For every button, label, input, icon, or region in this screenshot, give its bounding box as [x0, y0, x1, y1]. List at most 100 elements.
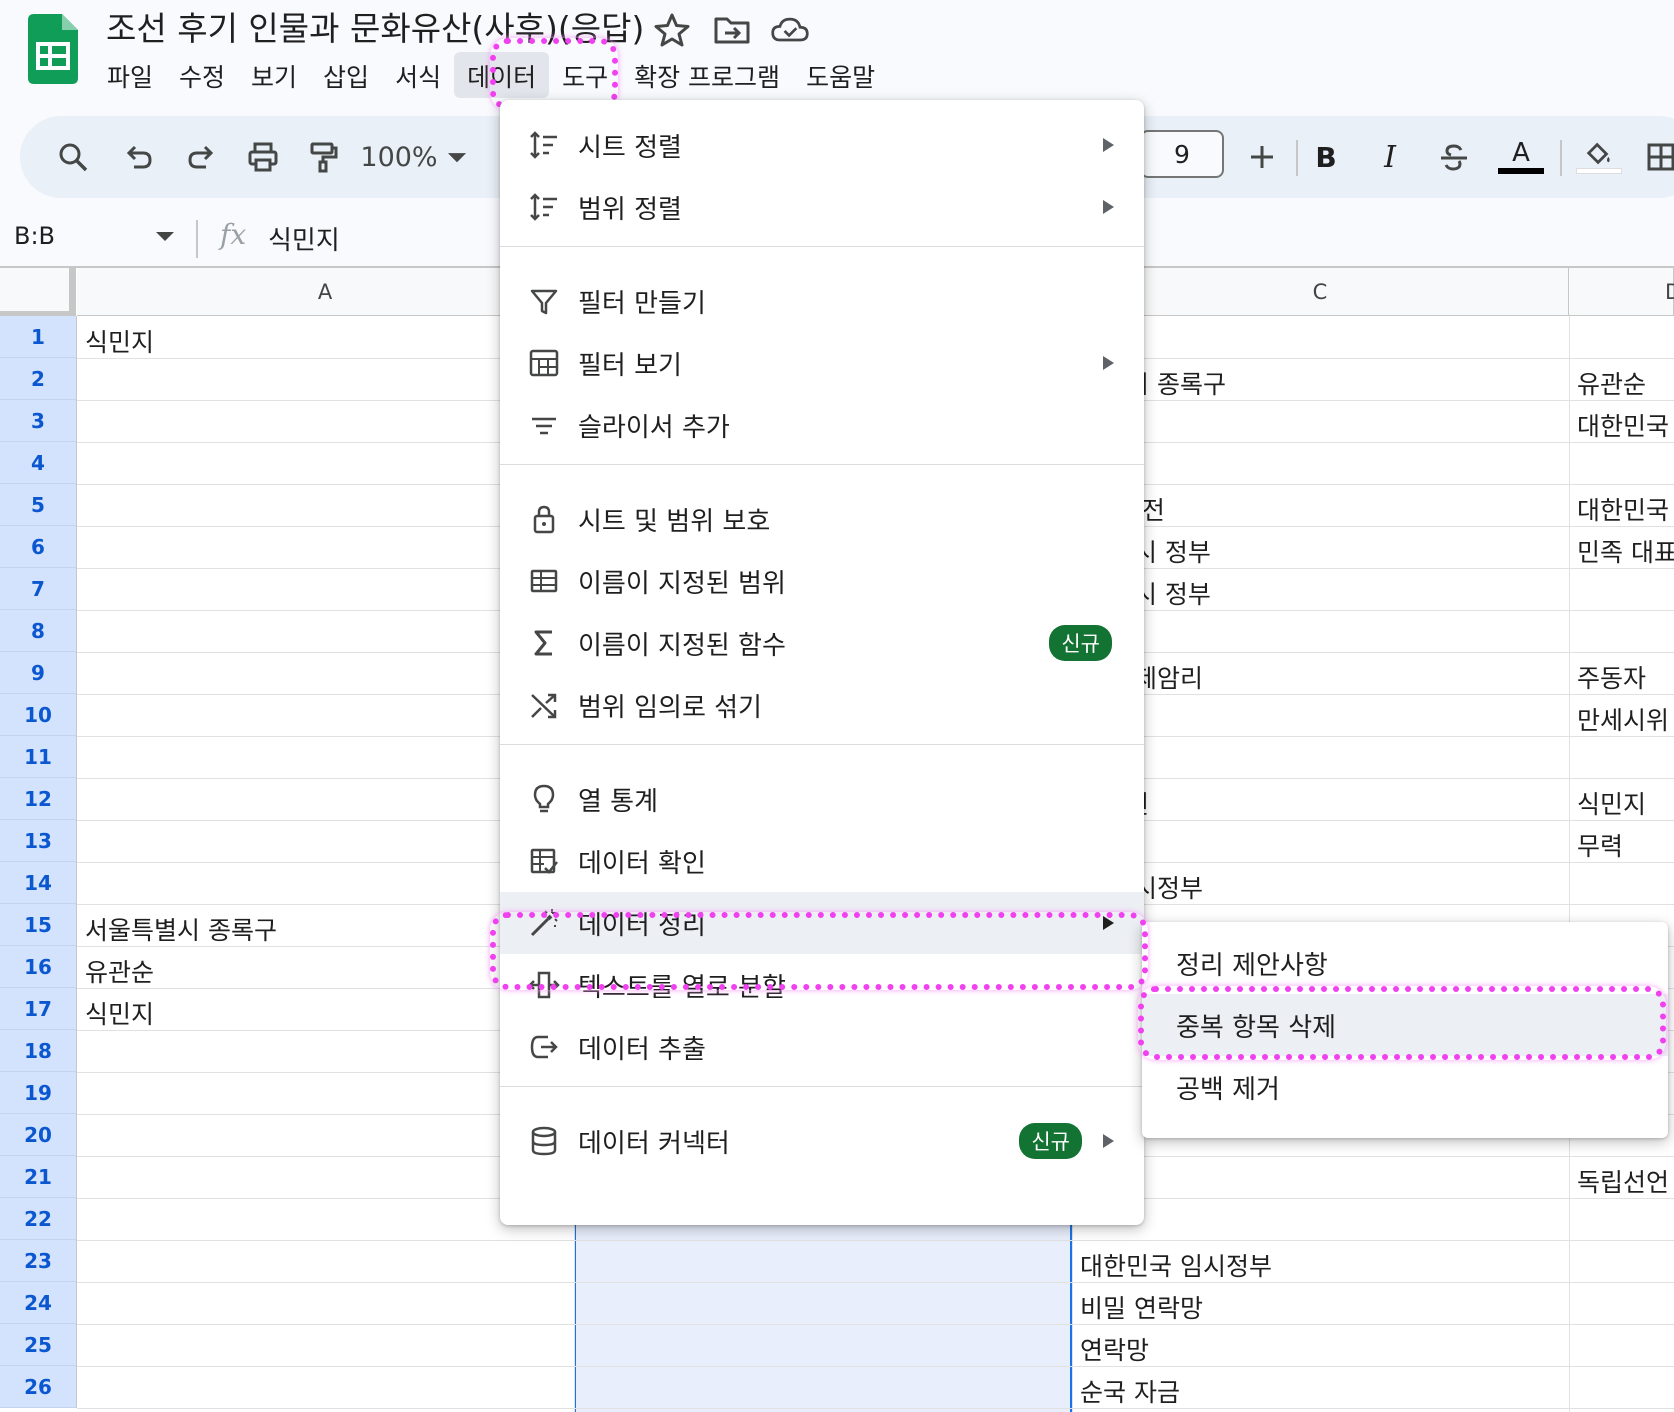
row-header[interactable]: 22 — [0, 1198, 77, 1240]
text-color-button[interactable]: A — [1498, 136, 1544, 178]
row-header[interactable]: 23 — [0, 1240, 77, 1282]
menu-item-named-ranges[interactable]: 이름이 지정된 범위 — [500, 550, 1144, 612]
strikethrough-icon[interactable] — [1434, 136, 1474, 178]
row-header[interactable]: 1 — [0, 316, 77, 358]
menu-view[interactable]: 보기 — [238, 52, 310, 98]
menu-item-sort-sheet[interactable]: 시트 정렬 — [500, 114, 1144, 176]
menu-tools[interactable]: 도구 — [549, 52, 621, 98]
row-header[interactable]: 13 — [0, 820, 77, 862]
menu-help[interactable]: 도움말 — [793, 52, 888, 98]
borders-icon[interactable] — [1640, 136, 1674, 178]
row-header[interactable]: 14 — [0, 862, 77, 904]
cell-c26[interactable]: 순국 자금 — [1080, 1373, 1180, 1409]
row-header[interactable]: 11 — [0, 736, 77, 778]
search-icon[interactable] — [52, 136, 94, 178]
row-divider — [77, 1324, 1674, 1325]
print-icon[interactable] — [242, 136, 284, 178]
menu-item-data-extraction[interactable]: 데이터 추출 — [500, 1016, 1144, 1078]
menu-item-data-connectors[interactable]: 데이터 커넥터 신규 — [500, 1110, 1144, 1172]
lock-icon — [526, 501, 562, 537]
cell-d13[interactable]: 무력 — [1577, 827, 1623, 863]
fill-color-icon[interactable] — [1576, 136, 1622, 178]
cell-d6[interactable]: 민족 대표 — [1577, 533, 1674, 569]
cell-a17[interactable]: 식민지 — [85, 995, 154, 1031]
row-header[interactable]: 20 — [0, 1114, 77, 1156]
cloud-saved-icon[interactable] — [770, 12, 810, 48]
cell-d9[interactable]: 주동자 — [1577, 659, 1646, 695]
row-header[interactable]: 8 — [0, 610, 77, 652]
zoom-select[interactable]: 100% — [356, 136, 442, 178]
cell-a16[interactable]: 유관순 — [85, 953, 154, 989]
menu-item-randomize-range[interactable]: 범위 임의로 섞기 — [500, 674, 1144, 736]
cell-a15[interactable]: 서울특별시 종록구 — [85, 911, 277, 947]
cell-d10[interactable]: 만세시위 — [1577, 701, 1669, 737]
menu-item-data-validation[interactable]: 데이터 확인 — [500, 830, 1144, 892]
star-icon[interactable] — [652, 12, 692, 48]
menu-file[interactable]: 파일 — [94, 52, 166, 98]
cell-c25[interactable]: 연락망 — [1080, 1331, 1149, 1367]
cell-c23[interactable]: 대한민국 임시정부 — [1080, 1247, 1272, 1283]
cell-d21[interactable]: 독립선언 — [1577, 1163, 1669, 1199]
menu-item-sort-range[interactable]: 범위 정렬 — [500, 176, 1144, 238]
name-box-dropdown-icon[interactable] — [156, 232, 174, 241]
undo-icon[interactable] — [118, 136, 160, 178]
menu-format[interactable]: 서식 — [382, 52, 454, 98]
select-all-corner[interactable] — [0, 268, 76, 316]
row-header[interactable]: 16 — [0, 946, 77, 988]
menu-item-protect[interactable]: 시트 및 범위 보호 — [500, 488, 1144, 550]
menu-item-create-filter[interactable]: 필터 만들기 — [500, 270, 1144, 332]
increase-font-size-icon[interactable] — [1242, 136, 1282, 178]
row-header[interactable]: 2 — [0, 358, 77, 400]
row-header[interactable]: 6 — [0, 526, 77, 568]
row-header[interactable]: 4 — [0, 442, 77, 484]
submenu-item-trim-whitespace[interactable]: 공백 제거 — [1142, 1056, 1668, 1118]
row-header[interactable]: 9 — [0, 652, 77, 694]
menu-data[interactable]: 데이터 — [454, 52, 550, 98]
row-header[interactable]: 19 — [0, 1072, 77, 1114]
name-box[interactable]: B:B — [14, 222, 55, 250]
row-header[interactable]: 10 — [0, 694, 77, 736]
cell-d5[interactable]: 대한민국 — [1577, 491, 1669, 527]
bold-button[interactable]: B — [1306, 136, 1346, 178]
row-divider — [77, 1282, 1674, 1283]
row-header[interactable]: 18 — [0, 1030, 77, 1072]
menu-item-label: 열 통계 — [578, 786, 659, 817]
cell-a1[interactable]: 식민지 — [85, 323, 154, 359]
document-title[interactable]: 조선 후기 인물과 문화유산(사후)(응답) — [106, 2, 644, 50]
row-header[interactable]: 17 — [0, 988, 77, 1030]
font-size-input[interactable]: 9 — [1140, 130, 1224, 178]
paint-format-icon[interactable] — [302, 136, 344, 178]
menu-item-column-stats[interactable]: 열 통계 — [500, 768, 1144, 830]
formula-input[interactable]: 식민지 — [268, 220, 340, 257]
row-header[interactable]: 5 — [0, 484, 77, 526]
move-folder-icon[interactable] — [712, 12, 752, 48]
row-header[interactable]: 26 — [0, 1366, 77, 1408]
cell-d12[interactable]: 식민지 — [1577, 785, 1646, 821]
submenu-item-cleanup-suggestions[interactable]: 정리 제안사항 — [1142, 932, 1668, 994]
menu-item-split-text[interactable]: 텍스트를 열로 분할 — [500, 954, 1144, 1016]
menu-item-filter-views[interactable]: 필터 보기 — [500, 332, 1144, 394]
row-header[interactable]: 3 — [0, 400, 77, 442]
row-header[interactable]: 7 — [0, 568, 77, 610]
column-header-d[interactable]: D — [1569, 268, 1674, 316]
chevron-down-icon[interactable] — [444, 136, 470, 178]
cell-c24[interactable]: 비밀 연락망 — [1080, 1289, 1203, 1325]
menu-insert[interactable]: 삽입 — [310, 52, 382, 98]
submenu-item-remove-duplicates[interactable]: 중복 항목 삭제 — [1142, 994, 1668, 1056]
row-header[interactable]: 25 — [0, 1324, 77, 1366]
menu-item-data-cleanup[interactable]: 데이터 정리 — [500, 892, 1144, 954]
menu-item-named-functions[interactable]: 이름이 지정된 함수 신규 — [500, 612, 1144, 674]
cell-d3[interactable]: 대한민국 — [1577, 407, 1669, 443]
row-header[interactable]: 24 — [0, 1282, 77, 1324]
column-header-c[interactable]: C — [1072, 268, 1569, 316]
menu-item-add-slicer[interactable]: 슬라이서 추가 — [500, 394, 1144, 456]
menu-extensions[interactable]: 확장 프로그램 — [621, 52, 793, 98]
cell-d2[interactable]: 유관순 — [1577, 365, 1646, 401]
row-header[interactable]: 12 — [0, 778, 77, 820]
sheets-logo-icon[interactable] — [28, 14, 78, 84]
menu-edit[interactable]: 수정 — [166, 52, 238, 98]
redo-icon[interactable] — [180, 136, 222, 178]
row-header[interactable]: 15 — [0, 904, 77, 946]
italic-button[interactable]: I — [1370, 136, 1410, 178]
row-header[interactable]: 21 — [0, 1156, 77, 1198]
